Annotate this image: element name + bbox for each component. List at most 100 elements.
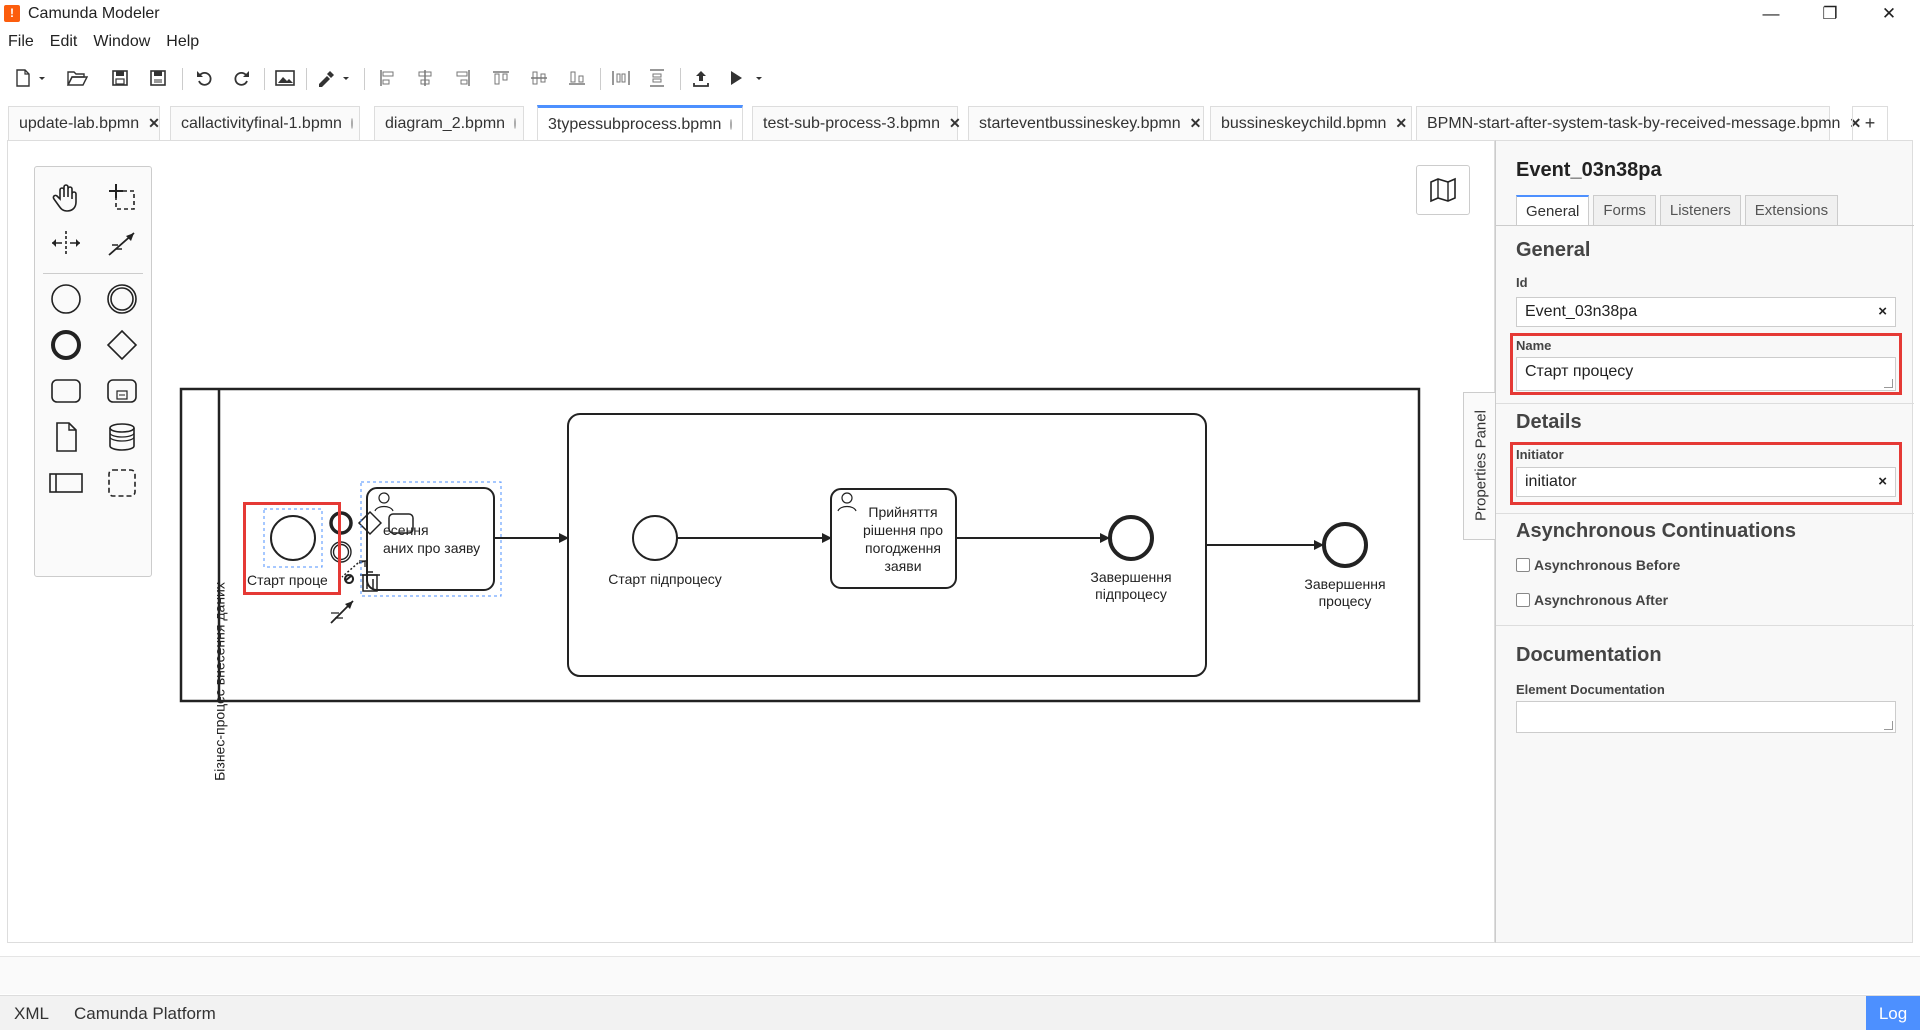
tab-test-sub-process-3[interactable]: test-sub-process-3.bpmn ✕ (752, 106, 961, 140)
distribute-horizontal-icon[interactable] (606, 62, 636, 94)
async-after-label: Asynchronous After (1534, 592, 1669, 608)
connect-icon[interactable] (330, 600, 354, 624)
id-input[interactable]: Event_03n38pa × (1516, 297, 1896, 327)
sub-start-event-label: Старт підпроцесу (608, 571, 722, 587)
properties-panel-toggle[interactable]: Properties Panel (1463, 392, 1497, 540)
tab-callactivityfinal[interactable]: callactivityfinal-1.bpmn (170, 106, 360, 140)
sub-start-event-shape[interactable] (632, 515, 678, 561)
async-before-label: Asynchronous Before (1534, 557, 1681, 573)
checkbox-icon[interactable] (1516, 593, 1530, 607)
add-tab-button[interactable]: + (1852, 106, 1888, 140)
tab-label: update-lab.bpmn (19, 114, 140, 132)
image-export-icon[interactable] (270, 62, 300, 94)
close-tab-icon[interactable]: ✕ (1395, 115, 1407, 132)
end-event-shape[interactable] (1322, 522, 1368, 568)
change-type-icon[interactable] (344, 574, 355, 584)
log-button[interactable]: Log (1866, 996, 1920, 1030)
task-label: есення аних про заяву (383, 522, 481, 556)
properties-panel: Event_03n38pa General Forms Listeners Ex… (1495, 140, 1914, 943)
async-before-checkbox[interactable]: Asynchronous Before (1516, 557, 1680, 573)
redo-icon[interactable] (226, 62, 256, 94)
tab-label: diagram_2.bpmn (385, 114, 506, 132)
sub-end-event-label: Завершення підпроцесу (1090, 569, 1172, 602)
tab-label: BPMN-start-after-system-task-by-received… (1427, 114, 1841, 132)
end-event-label: Завершення процесу (1304, 576, 1386, 609)
async-after-checkbox[interactable]: Asynchronous After (1516, 592, 1668, 608)
color-picker-icon[interactable] (312, 62, 356, 94)
camunda-logo-icon: ! (4, 5, 20, 22)
toolbar (0, 60, 1920, 96)
align-right-icon[interactable] (448, 62, 478, 94)
tab-update-lab[interactable]: update-lab.bpmn ✕ (8, 106, 160, 140)
tab-forms[interactable]: Forms (1593, 195, 1656, 225)
undo-icon[interactable] (190, 62, 220, 94)
sub-end-event-shape[interactable] (1108, 515, 1154, 561)
properties-tabs: General Forms Listeners Extensions (1516, 195, 1839, 225)
menu-edit[interactable]: Edit (42, 30, 86, 54)
tab-listeners[interactable]: Listeners (1659, 195, 1741, 225)
title-bar: ! Camunda Modeler — ❐ ✕ (0, 0, 1920, 28)
element-documentation-textarea[interactable] (1516, 701, 1896, 733)
pool-label: Бізнес-процес внесення даних (211, 582, 228, 781)
distribute-vertical-icon[interactable] (642, 62, 672, 94)
tab-label: 3typessubprocess.bpmn (548, 115, 722, 133)
start-instance-icon[interactable] (724, 62, 768, 94)
menu-window[interactable]: Window (85, 30, 158, 54)
tab-label: callactivityfinal-1.bpmn (181, 114, 342, 132)
properties-panel-toggle-label: Properties Panel (1472, 410, 1490, 521)
align-left-icon[interactable] (372, 62, 402, 94)
save-all-icon[interactable] (144, 62, 172, 94)
align-bottom-icon[interactable] (562, 62, 592, 94)
menu-help[interactable]: Help (158, 30, 207, 54)
bpmn-diagram (179, 387, 1421, 703)
unsaved-indicator-icon (514, 118, 517, 129)
menu-file[interactable]: File (0, 30, 42, 54)
window-title: Camunda Modeler (28, 5, 160, 22)
deploy-icon[interactable] (686, 62, 716, 94)
save-icon[interactable] (106, 62, 134, 94)
clear-id-icon[interactable]: × (1878, 298, 1887, 326)
user-task-label: Прийняття рішення про погодження заяви (862, 504, 943, 574)
tab-bar: update-lab.bpmn ✕ callactivityfinal-1.bpm… (0, 104, 1920, 141)
general-section-header: General (1516, 239, 1591, 261)
tab-3typessubprocess[interactable]: 3typessubprocess.bpmn (537, 105, 743, 141)
close-tab-icon[interactable]: ✕ (148, 115, 160, 132)
details-section-header: Details (1516, 411, 1582, 433)
tab-starteventbussineskey[interactable]: starteventbussineskey.bpmn ✕ (968, 106, 1204, 140)
close-window-button[interactable]: ✕ (1860, 0, 1918, 28)
align-center-icon[interactable] (410, 62, 440, 94)
close-tab-icon[interactable]: ✕ (949, 115, 961, 132)
align-middle-icon[interactable] (524, 62, 554, 94)
open-icon[interactable] (62, 62, 92, 94)
tab-diagram-2[interactable]: diagram_2.bpmn (374, 106, 524, 140)
documentation-section-header: Documentation (1516, 644, 1662, 666)
initiator-highlight (1510, 442, 1902, 505)
id-value: Event_03n38pa (1525, 303, 1638, 320)
id-label: Id (1516, 275, 1528, 290)
menu-bar: File Edit Window Help (0, 30, 207, 54)
element-id-title: Event_03n38pa (1516, 159, 1662, 181)
platform-selector[interactable]: Camunda Platform (74, 996, 216, 1030)
tab-label: bussineskeychild.bpmn (1221, 114, 1387, 132)
tab-bussineskeychild[interactable]: bussineskeychild.bpmn ✕ (1210, 106, 1412, 140)
append-gateway-icon[interactable] (357, 510, 383, 536)
tab-general[interactable]: General (1516, 195, 1590, 225)
xml-view-button[interactable]: XML (14, 996, 49, 1030)
minimize-button[interactable]: — (1742, 0, 1800, 28)
close-tab-icon[interactable]: ✕ (1190, 115, 1202, 132)
new-file-icon[interactable] (10, 62, 50, 94)
tab-bpmn-start-after-system-task[interactable]: BPMN-start-after-system-task-by-received… (1416, 106, 1861, 140)
status-bar: XML Camunda Platform Log (0, 995, 1920, 1030)
element-documentation-label: Element Documentation (1516, 682, 1665, 697)
tab-extensions[interactable]: Extensions (1744, 195, 1839, 225)
name-highlight (1510, 333, 1902, 395)
tab-label: starteventbussineskey.bpmn (979, 114, 1181, 132)
unsaved-indicator-icon (730, 119, 733, 130)
tab-label: test-sub-process-3.bpmn (763, 114, 940, 132)
restore-button[interactable]: ❐ (1801, 0, 1859, 28)
align-top-icon[interactable] (486, 62, 516, 94)
diagram-canvas[interactable]: Бізнес-процес внесення даних Старт проце… (7, 140, 1495, 943)
async-section-header: Asynchronous Continuations (1516, 520, 1796, 542)
checkbox-icon[interactable] (1516, 558, 1530, 572)
camunda-modeler-window: ! Camunda Modeler — ❐ ✕ File Edit Window… (0, 0, 1920, 1030)
